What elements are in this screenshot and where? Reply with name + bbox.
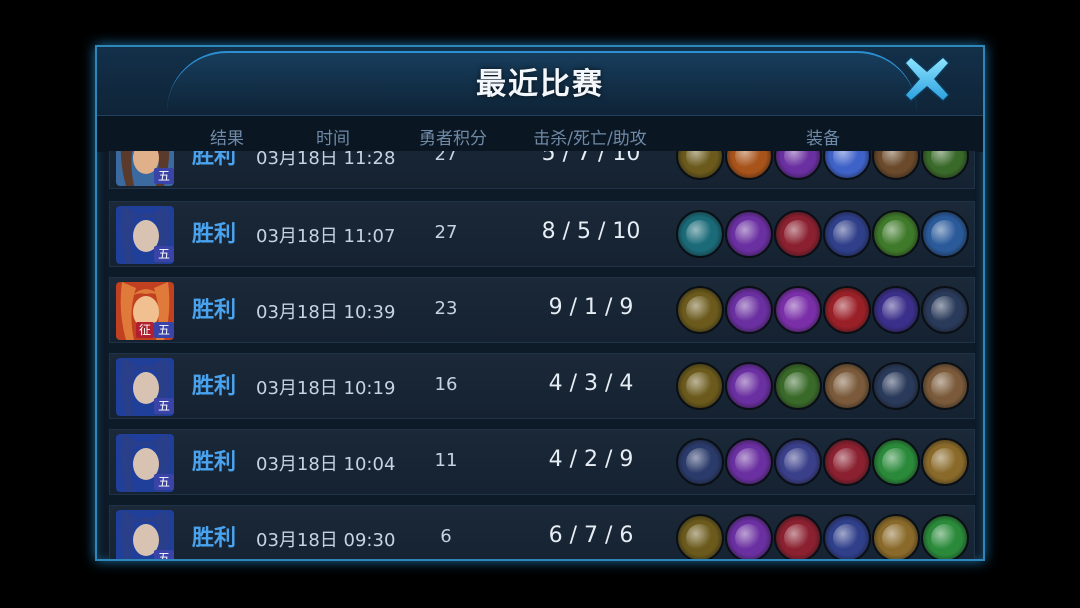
match-row[interactable]: 五 胜利 03月18日 11:28 27 5 / 7 / 10 xyxy=(109,151,975,189)
kda-stats: 4 / 3 / 4 xyxy=(548,371,634,396)
match-row[interactable]: 五 胜利 03月18日 11:07 27 8 / 5 / 10 xyxy=(109,201,975,267)
gear-item-icon[interactable] xyxy=(872,438,920,486)
column-result: 结果 xyxy=(210,129,244,149)
column-gear: 装备 xyxy=(806,129,840,149)
gear-item-icon[interactable] xyxy=(823,151,871,180)
hero-avatar: 五 xyxy=(116,151,174,186)
gear-item-icon[interactable] xyxy=(823,210,871,258)
rank-badge: 五 xyxy=(154,246,174,262)
match-row[interactable]: 五 胜利 03月18日 10:04 11 4 / 2 / 9 xyxy=(109,429,975,495)
gear-item-icon[interactable] xyxy=(872,514,920,559)
hero-score: 27 xyxy=(434,222,458,243)
rank-badge: 五 xyxy=(154,168,174,184)
column-score: 勇者积分 xyxy=(419,129,487,149)
gear-item-icon[interactable] xyxy=(676,151,724,180)
gear-item-icon[interactable] xyxy=(872,210,920,258)
rank-badge: 五 xyxy=(154,550,174,559)
column-header-bar: 结果 时间 勇者积分 击杀/死亡/助攻 装备 xyxy=(97,115,983,152)
match-time: 03月18日 11:28 xyxy=(256,151,396,169)
gear-list xyxy=(676,362,975,412)
gear-item-icon[interactable] xyxy=(823,286,871,334)
hero-score: 16 xyxy=(434,374,458,395)
match-time: 03月18日 11:07 xyxy=(256,226,396,247)
match-time: 03月18日 10:04 xyxy=(256,454,396,475)
gear-item-icon[interactable] xyxy=(725,210,773,258)
gear-item-icon[interactable] xyxy=(921,286,969,334)
close-x-icon xyxy=(903,55,951,103)
hero-avatar: 征五 xyxy=(116,282,174,340)
kda-stats: 6 / 7 / 6 xyxy=(548,523,634,548)
match-list[interactable]: 五胜利 03月18日 11:28 27 5 / 7 / 10 五胜利 03月18日 11:… xyxy=(109,151,975,559)
gear-list xyxy=(676,151,975,182)
match-result: 胜利 xyxy=(192,450,237,475)
gear-item-icon[interactable] xyxy=(774,151,822,180)
hero-avatar: 五 xyxy=(116,510,174,559)
gear-item-icon[interactable] xyxy=(872,151,920,180)
rank-badge: 征 xyxy=(136,322,154,338)
hero-avatar: 五 xyxy=(116,358,174,416)
match-time: 03月18日 09:30 xyxy=(256,530,396,551)
rank-badge: 五 xyxy=(154,322,174,338)
gear-list xyxy=(676,286,975,336)
gear-item-icon[interactable] xyxy=(921,362,969,410)
match-result: 胜利 xyxy=(192,298,237,323)
gear-item-icon[interactable] xyxy=(725,151,773,180)
gear-item-icon[interactable] xyxy=(725,438,773,486)
match-result: 胜利 xyxy=(192,374,237,399)
gear-list xyxy=(676,210,975,260)
match-time: 03月18日 10:19 xyxy=(256,378,396,399)
gear-item-icon[interactable] xyxy=(774,438,822,486)
hero-score: 23 xyxy=(434,298,458,319)
close-button[interactable] xyxy=(901,53,953,105)
hero-score: 6 xyxy=(440,526,452,547)
hero-score: 27 xyxy=(434,151,458,165)
gear-item-icon[interactable] xyxy=(774,286,822,334)
gear-list xyxy=(676,438,975,488)
gear-item-icon[interactable] xyxy=(823,362,871,410)
gear-item-icon[interactable] xyxy=(774,514,822,559)
dialog-title: 最近比赛 xyxy=(476,67,604,102)
gear-item-icon[interactable] xyxy=(676,286,724,334)
gear-item-icon[interactable] xyxy=(774,362,822,410)
column-kda: 击杀/死亡/助攻 xyxy=(533,129,647,149)
match-result: 胜利 xyxy=(192,526,237,551)
gear-item-icon[interactable] xyxy=(676,438,724,486)
gear-item-icon[interactable] xyxy=(921,210,969,258)
hero-avatar: 五 xyxy=(116,434,174,492)
match-row[interactable]: 五 胜利 03月18日 10:19 16 4 / 3 / 4 xyxy=(109,353,975,419)
rank-badge: 五 xyxy=(154,474,174,490)
match-result: 胜利 xyxy=(192,222,237,247)
gear-list xyxy=(676,514,975,559)
match-row[interactable]: 征五胜利 03月18日 10:39 23 9 / 1 / 9 xyxy=(109,277,975,343)
hero-avatar: 五 xyxy=(116,206,174,264)
match-row[interactable]: 五 胜利 03月18日 09:30 6 6 / 7 / 6 xyxy=(109,505,975,559)
gear-item-icon[interactable] xyxy=(725,362,773,410)
gear-item-icon[interactable] xyxy=(676,514,724,559)
column-time: 时间 xyxy=(316,129,350,149)
rank-badge: 五 xyxy=(154,398,174,414)
gear-item-icon[interactable] xyxy=(823,514,871,559)
kda-stats: 4 / 2 / 9 xyxy=(548,447,634,472)
gear-item-icon[interactable] xyxy=(676,362,724,410)
kda-stats: 5 / 7 / 10 xyxy=(541,151,641,166)
match-time: 03月18日 10:39 xyxy=(256,302,396,323)
gear-item-icon[interactable] xyxy=(872,362,920,410)
gear-item-icon[interactable] xyxy=(823,438,871,486)
kda-stats: 8 / 5 / 10 xyxy=(541,219,641,244)
gear-item-icon[interactable] xyxy=(921,438,969,486)
recent-matches-dialog: 最近比赛 结果 时间 勇者积分 击杀/死亡/助攻 装备 五胜利 03月18日 11… xyxy=(95,45,985,561)
hero-score: 11 xyxy=(434,450,458,471)
gear-item-icon[interactable] xyxy=(725,286,773,334)
gear-item-icon[interactable] xyxy=(872,286,920,334)
kda-stats: 9 / 1 / 9 xyxy=(548,295,634,320)
gear-item-icon[interactable] xyxy=(921,151,969,180)
gear-item-icon[interactable] xyxy=(725,514,773,559)
gear-item-icon[interactable] xyxy=(676,210,724,258)
gear-item-icon[interactable] xyxy=(774,210,822,258)
match-result: 胜利 xyxy=(192,151,237,169)
gear-item-icon[interactable] xyxy=(921,514,969,559)
dialog-header: 最近比赛 xyxy=(97,47,983,115)
